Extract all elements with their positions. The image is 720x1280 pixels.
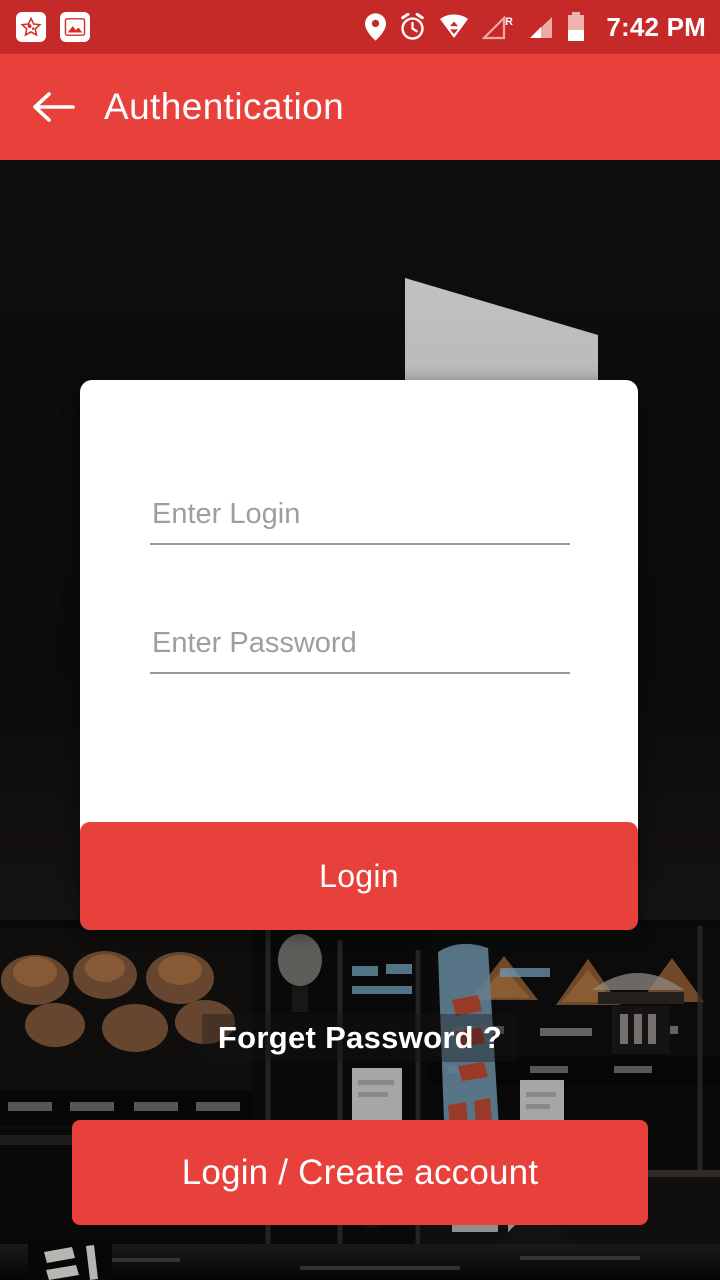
svg-text:R: R — [505, 16, 513, 28]
login-create-account-button[interactable]: Login / Create account — [72, 1120, 648, 1225]
login-form — [80, 380, 638, 756]
battery-icon — [567, 12, 585, 42]
status-bar-clock: 7:42 PM — [606, 11, 706, 42]
password-input[interactable] — [150, 627, 570, 674]
login-card: Login — [80, 380, 638, 930]
status-bar-right-icons: R 7:42 PM — [365, 12, 706, 43]
login-button[interactable]: Login — [80, 822, 638, 930]
alarm-clock-icon — [399, 13, 426, 41]
signal-roaming-icon: R — [482, 14, 515, 40]
login-input[interactable] — [150, 498, 570, 545]
back-arrow-icon[interactable] — [24, 78, 82, 136]
forget-password-link[interactable]: Forget Password ? — [0, 1014, 720, 1062]
forget-password-label: Forget Password ? — [201, 1014, 519, 1062]
app-bar: Authentication — [0, 54, 720, 160]
page-title: Authentication — [104, 86, 345, 127]
authentication-screen: R 7:42 PM Authentication Enter Login Log… — [0, 0, 720, 1280]
photo-notification-icon — [60, 12, 90, 42]
wifi-icon — [439, 14, 469, 40]
password-field-wrapper — [150, 627, 570, 674]
status-bar-left-icons — [16, 12, 90, 42]
signal-bars-icon — [528, 14, 554, 40]
status-bar: R 7:42 PM — [0, 0, 720, 54]
login-field-wrapper — [150, 498, 570, 545]
star-notification-icon — [16, 12, 46, 42]
location-pin-icon — [365, 13, 387, 41]
